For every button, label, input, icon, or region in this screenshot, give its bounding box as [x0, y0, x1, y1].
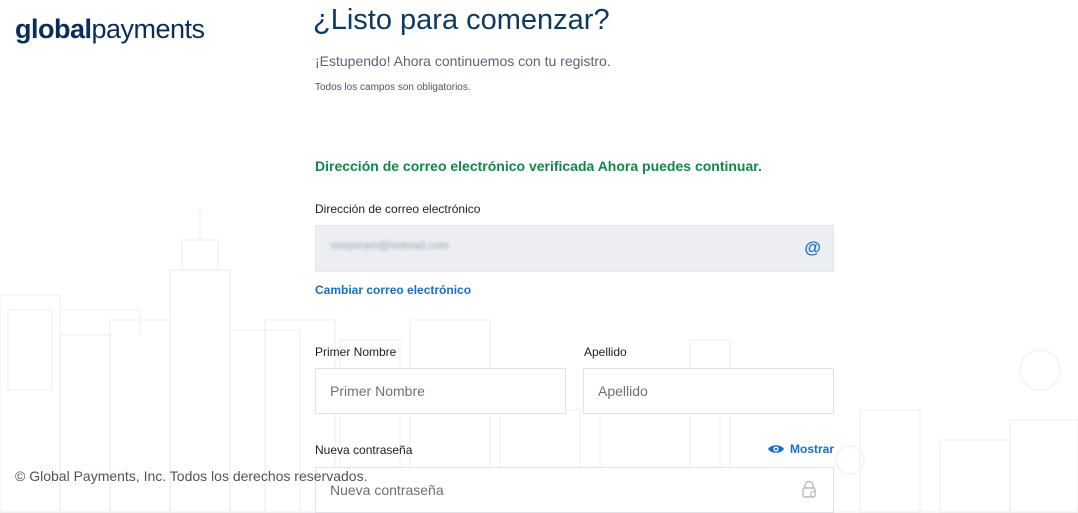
last-name-input[interactable]: [583, 368, 834, 414]
required-fields-note: Todos los campos son obligatorios.: [315, 82, 471, 93]
first-name-label: Primer Nombre: [315, 345, 397, 359]
page-subtitle: ¡Estupendo! Ahora continuemos con tu reg…: [315, 53, 611, 69]
change-email-link[interactable]: Cambiar correo electrónico: [315, 283, 471, 297]
email-verified-message: Dirección de correo electrónico verifica…: [315, 158, 762, 174]
lock-icon: [802, 480, 816, 498]
email-field: vireyeram@hotmail.com @: [315, 225, 834, 272]
first-name-input[interactable]: [315, 368, 566, 414]
logo-bold-text: global: [15, 14, 92, 44]
show-password-toggle[interactable]: Mostrar: [767, 442, 834, 456]
new-password-input[interactable]: [315, 467, 834, 513]
show-password-label: Mostrar: [790, 442, 835, 456]
last-name-label: Apellido: [584, 345, 627, 359]
copyright-footer: © Global Payments, Inc. Todos los derech…: [15, 468, 368, 484]
eye-icon: [768, 445, 784, 453]
page-title: ¿Listo para comenzar?: [313, 4, 610, 36]
new-password-label: Nueva contraseña: [315, 443, 413, 457]
email-value: vireyeram@hotmail.com: [330, 240, 449, 252]
logo-light-text: payments: [91, 14, 206, 44]
globalpayments-logo: globalpayments: [15, 14, 205, 45]
at-icon: @: [804, 238, 821, 257]
email-label: Dirección de correo electrónico: [315, 202, 481, 216]
